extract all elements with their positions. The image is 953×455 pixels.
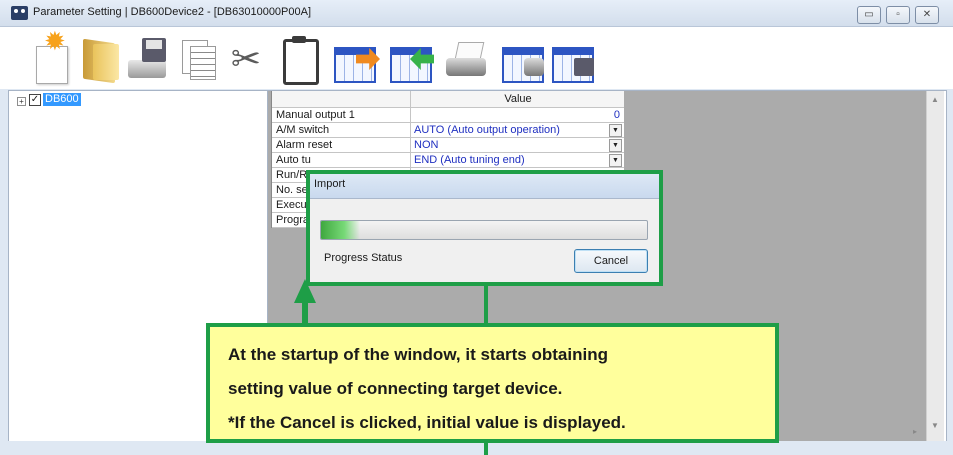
dropdown-arrow-icon[interactable]: ▼ (609, 139, 622, 152)
parameter-name: A/M switch (276, 124, 330, 136)
parameter-value-text: END (Auto tuning end) (414, 154, 525, 166)
progress-status-label: Progress Status (324, 252, 403, 264)
parameter-value[interactable]: 0 (410, 108, 624, 122)
copy-icon (190, 46, 216, 80)
parameter-name: Manual output 1 (276, 109, 355, 121)
parameter-value[interactable]: AUTO (Auto output operation) ▼ (410, 123, 624, 137)
tree-checkbox[interactable]: ✓ (29, 94, 41, 106)
parameter-value-text: NON (414, 139, 439, 151)
expand-icon[interactable]: + (17, 97, 26, 106)
printer-icon (446, 58, 486, 76)
callout-connector (484, 443, 488, 455)
callout-line: *If the Cancel is clicked, initial value… (228, 413, 626, 432)
close-button[interactable]: ✕ (915, 6, 939, 24)
parameter-value-text: AUTO (Auto output operation) (414, 124, 560, 136)
toolbar: ✹ ✂ (0, 27, 953, 89)
parameter-name: Auto tu (276, 154, 311, 166)
print-table-button[interactable] (502, 36, 544, 83)
dropdown-arrow-icon[interactable]: ▼ (609, 154, 622, 167)
parameter-value[interactable]: NON ▼ (410, 138, 624, 152)
new-button[interactable]: ✹ (30, 28, 72, 84)
tree-node-label[interactable]: DB600 (43, 93, 81, 106)
scroll-down-icon[interactable]: ▼ (931, 421, 939, 430)
vertical-scrollbar[interactable]: ▲ ▼ (926, 91, 944, 441)
import-table-icon (390, 47, 432, 83)
callout-arrow-up-icon (294, 279, 316, 303)
minimize-button[interactable]: ▭ (857, 6, 881, 24)
save-button[interactable] (126, 36, 168, 82)
parameter-name: Alarm reset (276, 139, 333, 151)
progress-bar-fill (321, 221, 361, 239)
dialog-title-bar: Import (310, 174, 659, 199)
table-row[interactable]: Alarm reset NON ▼ (272, 138, 624, 153)
scroll-right-icon[interactable]: ▸ (903, 427, 927, 441)
printer-overlay-icon (524, 58, 544, 76)
callout-arrow-shaft (302, 300, 308, 323)
grid-header: Value (272, 91, 624, 108)
dialog-title: Import (314, 178, 346, 190)
status-strip (0, 441, 953, 455)
table-row[interactable]: Manual output 1 0 (272, 108, 624, 123)
table-row[interactable]: Auto tu END (Auto tuning end) ▼ (272, 153, 624, 168)
import-dialog: Import Progress Status Cancel (306, 170, 663, 286)
clipboard-icon (283, 39, 319, 85)
cancel-button[interactable]: Cancel (574, 249, 648, 273)
value-column-header: Value (410, 91, 625, 107)
sparkle-icon: ✹ (44, 26, 66, 56)
scroll-up-icon[interactable]: ▲ (931, 95, 939, 104)
callout-line: setting value of connecting target devic… (228, 379, 563, 398)
save-table-button[interactable] (552, 36, 594, 83)
callout-connector (484, 286, 488, 323)
cut-button[interactable]: ✂ (225, 36, 267, 82)
folder-front-icon (93, 44, 119, 80)
floppy-disk-icon (142, 38, 166, 62)
print-button[interactable] (444, 36, 486, 82)
paste-button[interactable] (279, 36, 321, 85)
parameter-value[interactable]: END (Auto tuning end) ▼ (410, 153, 624, 167)
title-bar: Parameter Setting | DB600Device2 - [DB63… (0, 0, 953, 27)
export-button[interactable] (334, 36, 380, 83)
table-row[interactable]: A/M switch AUTO (Auto output operation) … (272, 123, 624, 138)
copy-button[interactable] (178, 36, 220, 82)
scissors-icon: ✂ (230, 38, 262, 79)
progress-bar (320, 220, 648, 240)
window-title: Parameter Setting | DB600Device2 - [DB63… (33, 6, 312, 18)
app-icon (11, 6, 28, 20)
dropdown-arrow-icon[interactable]: ▼ (609, 124, 622, 137)
floppy-overlay-icon (574, 58, 594, 76)
drive-icon (128, 60, 166, 78)
import-button[interactable] (390, 36, 434, 83)
maximize-button[interactable]: ▫ (886, 6, 910, 24)
clipboard-clip-icon (292, 36, 306, 43)
callout-line: At the startup of the window, it starts … (228, 345, 608, 364)
annotation-callout: At the startup of the window, it starts … (206, 323, 779, 443)
open-button[interactable] (79, 36, 121, 84)
